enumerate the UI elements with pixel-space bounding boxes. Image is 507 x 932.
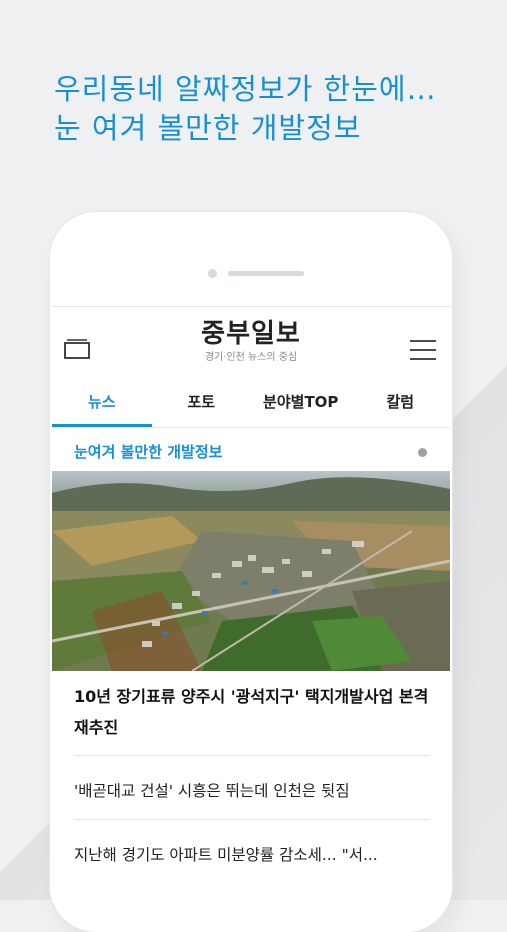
article-item[interactable]: 지난해 경기도 아파트 미분양률 감소세... "서... (74, 843, 430, 865)
speaker-bar (228, 271, 304, 276)
app-screen: 중부일보 경기·인천 뉴스의 중심 뉴스 포토 분야별TOP 칼럼 눈여겨 볼만… (52, 306, 450, 901)
article-item[interactable]: '배곧대교 건설' 시흥은 뛰는데 인천은 뒷짐 (74, 779, 430, 801)
section-more-icon[interactable] (418, 448, 427, 457)
section-header: 눈여겨 볼만한 개발정보 (52, 428, 450, 470)
article-photo[interactable] (52, 471, 450, 671)
aerial-photo-image (52, 471, 450, 671)
tab-column[interactable]: 칼럼 (351, 379, 451, 427)
tab-photo[interactable]: 포토 (152, 379, 252, 427)
hamburger-menu-icon[interactable] (409, 338, 437, 362)
tab-news[interactable]: 뉴스 (52, 379, 152, 427)
app-header: 중부일보 경기·인천 뉴스의 중심 (52, 307, 450, 379)
promo-line-1: 우리동네 알짜정보가 한눈에… (54, 72, 437, 106)
app-logo[interactable]: 중부일보 (52, 313, 450, 350)
tab-top-by-field[interactable]: 분야별TOP (251, 379, 351, 427)
promo-line-2: 눈 여겨 볼만한 개발정보 (54, 111, 362, 145)
divider (74, 755, 430, 756)
promo-headline: 우리동네 알짜정보가 한눈에… 눈 여겨 볼만한 개발정보 (54, 70, 494, 148)
divider (74, 819, 430, 820)
app-subtitle: 경기·인천 뉴스의 중심 (204, 352, 298, 363)
nav-tabs: 뉴스 포토 분야별TOP 칼럼 (52, 379, 450, 428)
camera-dot (208, 269, 217, 278)
section-title: 눈여겨 볼만한 개발정보 (74, 443, 223, 461)
lead-article-title[interactable]: 10년 장기표류 양주시 '광석지구' 택지개발사업 본격 재추진 (74, 681, 434, 743)
